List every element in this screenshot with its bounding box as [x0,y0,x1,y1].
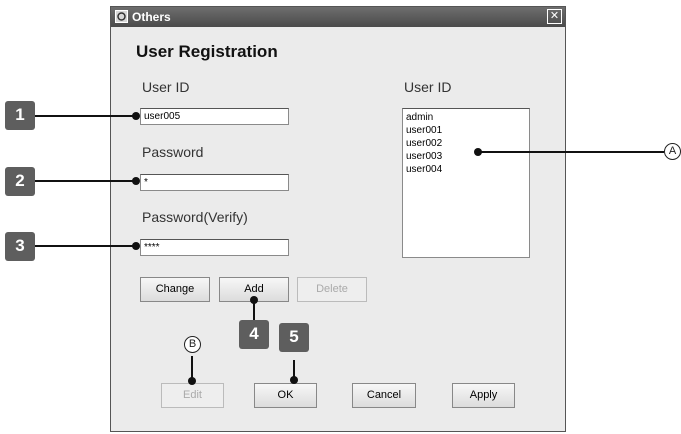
callout-dot-3 [132,242,140,250]
callout-dot-5 [290,376,298,384]
callout-lines [35,112,664,385]
callout-badge-4: 4 [239,320,269,349]
callout-dot-2 [132,177,140,185]
callout-dot-4 [250,296,258,304]
callout-dot-1 [132,112,140,120]
callout-badge-3: 3 [5,232,35,261]
callout-dot-b [188,377,196,385]
callout-marker-b: B [184,336,201,353]
callout-badge-2: 2 [5,167,35,196]
callout-dot-a [474,148,482,156]
callout-badge-5: 5 [279,323,309,352]
callout-badge-1: 1 [5,101,35,130]
callout-marker-a: A [664,143,681,160]
